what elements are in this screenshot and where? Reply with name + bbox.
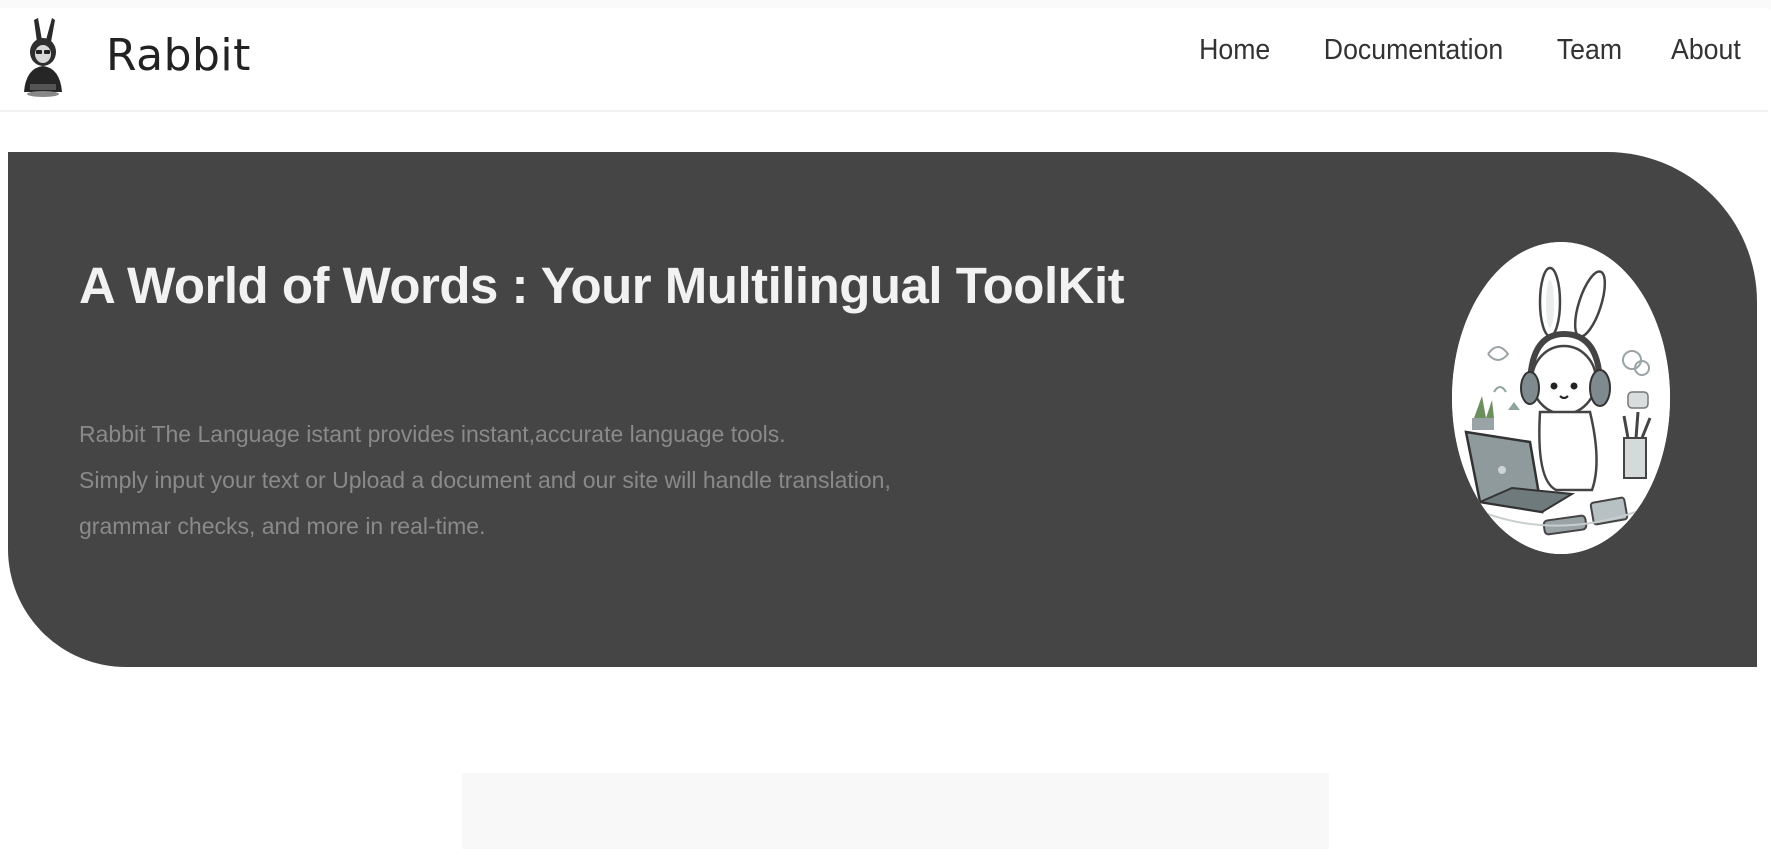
hero-description: Rabbit The Language istant provides inst… <box>79 411 891 549</box>
content-panel <box>462 773 1329 849</box>
hero-description-line: Simply input your text or Upload a docum… <box>79 467 891 493</box>
nav-team-link[interactable]: Team <box>1557 34 1622 67</box>
page: Rabbit Home Documentation Team About A W… <box>0 0 1771 867</box>
rabbit-logo-icon[interactable] <box>16 10 70 104</box>
navbar: Rabbit Home Documentation Team About <box>0 8 1768 112</box>
nav-home-link[interactable]: Home <box>1199 34 1270 67</box>
nav-documentation-link[interactable]: Documentation <box>1324 34 1503 67</box>
hero-description-line: Rabbit The Language istant provides inst… <box>79 421 786 447</box>
hero-title: A World of Words : Your Multilingual Too… <box>79 257 1125 314</box>
hero-banner: A World of Words : Your Multilingual Too… <box>8 152 1757 667</box>
hero-description-line: grammar checks, and more in real-time. <box>79 513 486 539</box>
nav-links: Home Documentation Team About <box>1196 34 1744 67</box>
brand-name[interactable]: Rabbit <box>106 30 251 81</box>
nav-about-link[interactable]: About <box>1671 34 1741 67</box>
rabbit-headphones-illustration-icon <box>1452 242 1670 554</box>
